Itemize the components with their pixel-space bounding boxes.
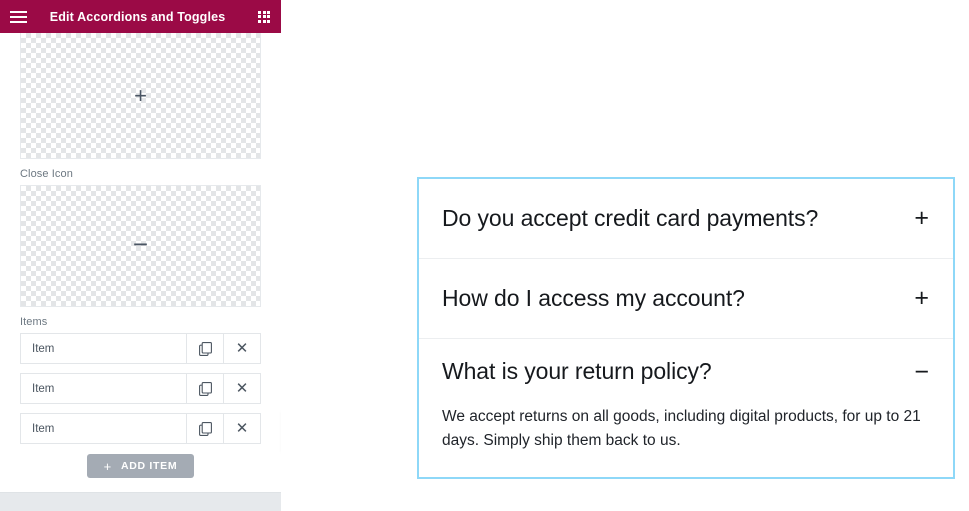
open-icon-preview[interactable]: +: [20, 33, 261, 159]
close-icon-preview[interactable]: −: [20, 185, 261, 307]
remove-item-button[interactable]: ✕: [223, 374, 260, 403]
plus-icon: +: [134, 82, 147, 108]
grid-dot: [267, 15, 270, 18]
accordion-title: How do I access my account?: [442, 284, 745, 311]
item-title[interactable]: Item: [21, 334, 186, 363]
hamburger-menu-icon[interactable]: [0, 0, 36, 33]
grid-dot: [258, 15, 261, 18]
grid-dot: [258, 19, 261, 23]
item-row[interactable]: Item ✕: [20, 413, 261, 444]
minus-icon: −: [132, 229, 149, 259]
accordion-widget[interactable]: Do you accept credit card payments? + Ho…: [417, 177, 955, 480]
accordion-content: We accept returns on all goods, includin…: [442, 408, 921, 450]
accordion-header[interactable]: What is your return policy? −: [419, 339, 953, 405]
minus-icon[interactable]: −: [914, 359, 929, 385]
apps-grid-icon[interactable]: [247, 0, 281, 33]
accordion-item[interactable]: What is your return policy? − We accept …: [419, 338, 953, 478]
plus-icon[interactable]: +: [914, 206, 929, 231]
grid-dot: [258, 10, 261, 14]
grid-dot: [267, 19, 270, 23]
panel-footer: [0, 492, 281, 511]
panel-header: Edit Accordions and Toggles: [0, 0, 281, 33]
add-item-button[interactable]: + ADD ITEM: [86, 454, 195, 478]
plus-icon[interactable]: +: [914, 286, 929, 311]
item-title[interactable]: Item: [21, 374, 186, 403]
accordion-header[interactable]: Do you accept credit card payments? +: [419, 179, 953, 258]
grid-dot: [267, 10, 270, 14]
remove-item-button[interactable]: ✕: [223, 414, 260, 443]
grid-dot: [262, 10, 266, 14]
plus-icon: +: [103, 458, 112, 474]
grid-dot: [262, 19, 266, 23]
hamburger-bar: [9, 10, 27, 13]
grid-dots: [258, 10, 270, 23]
remove-item-button[interactable]: ✕: [223, 334, 260, 363]
panel-body: + Close Icon − Items Item ✕ Item ✕ Item …: [0, 33, 281, 492]
accordion-item[interactable]: Do you accept credit card payments? +: [419, 179, 953, 258]
grid-dot: [262, 15, 266, 18]
canvas: Do you accept credit card payments? + Ho…: [281, 0, 969, 511]
accordion-title: Do you accept credit card payments?: [442, 204, 819, 231]
accordion-item[interactable]: How do I access my account? +: [419, 258, 953, 338]
add-item-row: + ADD ITEM: [20, 454, 261, 478]
panel-title: Edit Accordions and Toggles: [49, 9, 226, 24]
close-icon: ✕: [235, 420, 249, 437]
add-item-label: ADD ITEM: [120, 460, 178, 472]
close-icon: ✕: [235, 340, 249, 357]
item-title[interactable]: Item: [21, 414, 186, 443]
close-icon: ✕: [235, 380, 249, 397]
duplicate-icon[interactable]: [186, 414, 223, 443]
accordion-title: What is your return policy?: [442, 358, 712, 385]
duplicate-icon[interactable]: [186, 374, 223, 403]
items-label: Items: [20, 316, 48, 328]
item-row[interactable]: Item ✕: [20, 333, 261, 364]
hamburger-bar: [9, 15, 27, 18]
hamburger-bar: [9, 20, 27, 23]
editor-panel: Edit Accordions and Toggles + Close Icon…: [0, 0, 281, 511]
item-row[interactable]: Item ✕: [20, 373, 261, 404]
close-icon-label: Close Icon: [20, 168, 73, 180]
duplicate-icon[interactable]: [186, 334, 223, 363]
accordion-header[interactable]: How do I access my account? +: [419, 259, 953, 338]
